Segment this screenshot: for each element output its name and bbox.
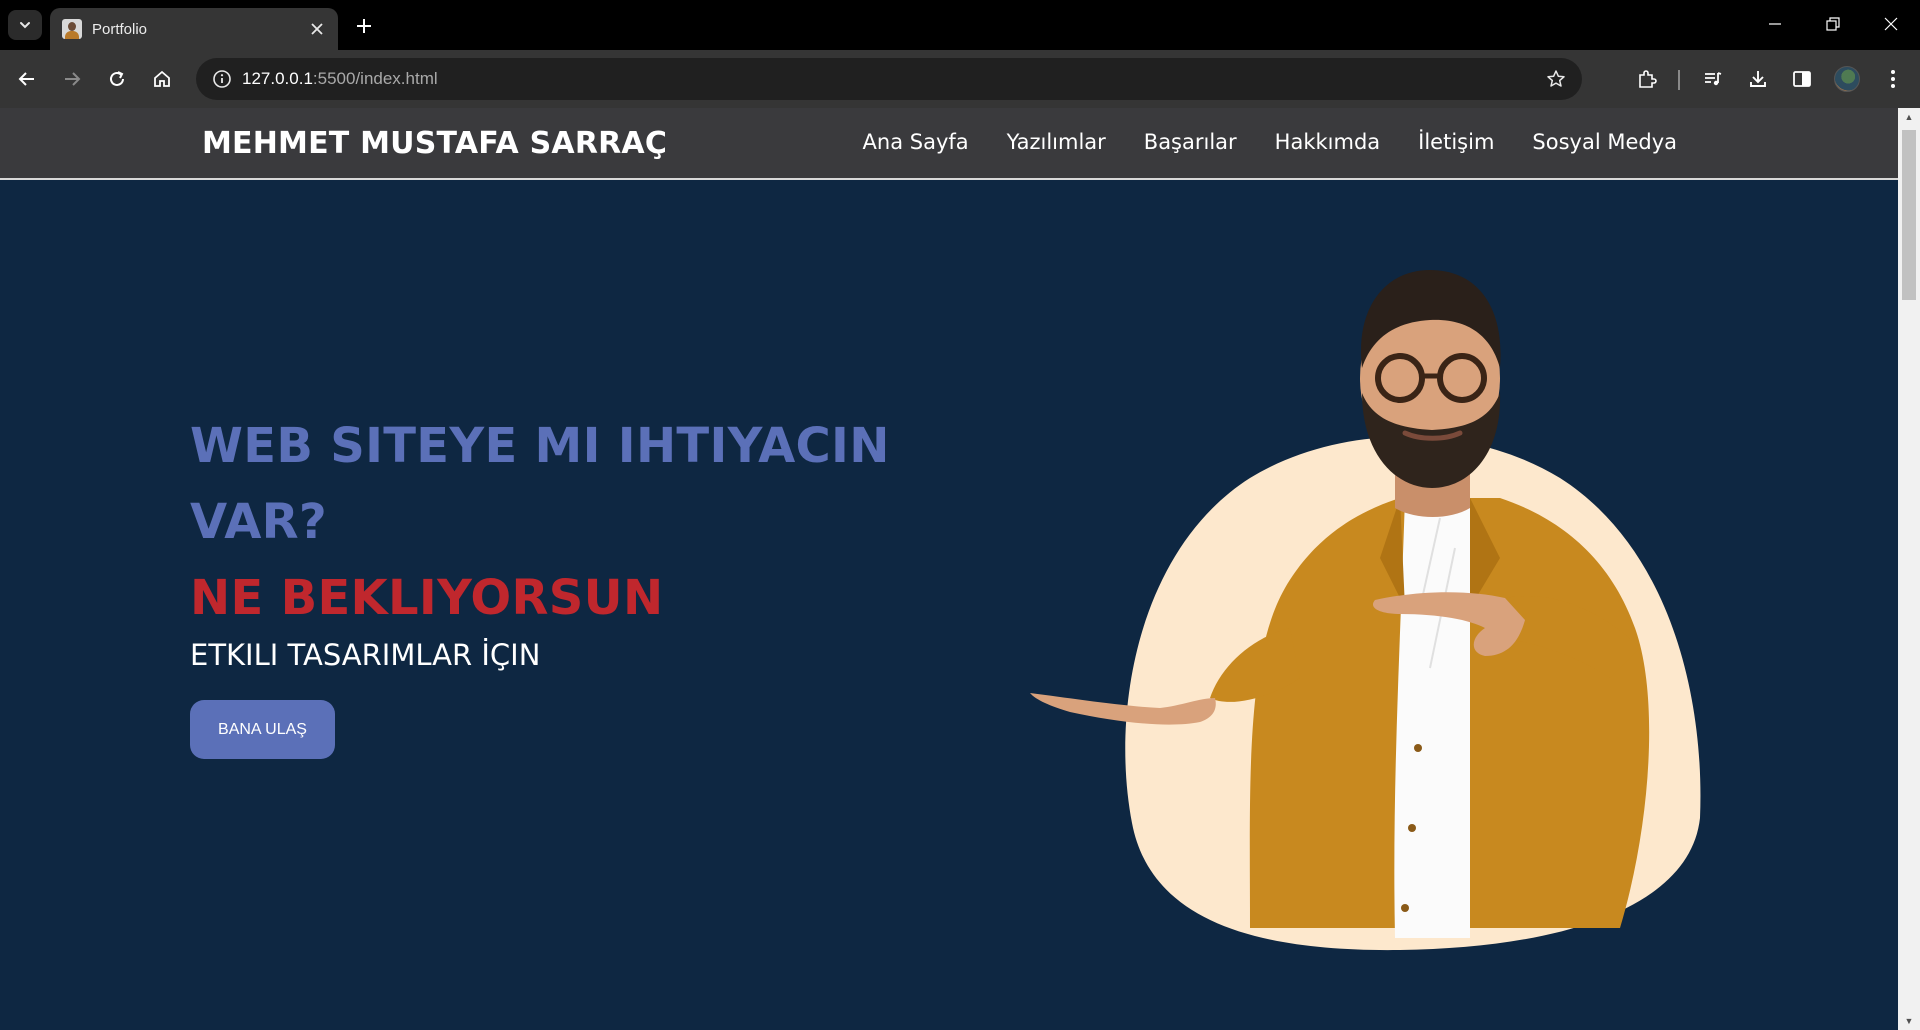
scroll-down-arrow[interactable]: ▼ [1898,1012,1920,1030]
tab-search-button[interactable] [8,10,42,40]
nav-link-hakkimda[interactable]: Hakkımda [1275,130,1380,154]
hero-portrait-image [1030,270,1701,951]
nav-link-yazilimlar[interactable]: Yazılımlar [1007,130,1106,154]
minimize-button[interactable] [1752,6,1798,42]
url-text: 127.0.0.1:5500/index.html [242,69,438,89]
home-button[interactable] [145,62,179,96]
music-queue-icon [1705,72,1722,86]
page-viewport: MEHMET MUSTAFA SARRAÇ Ana Sayfa Yazılıml… [0,108,1898,1030]
arrow-right-icon [65,72,81,86]
hero-text: WEB SITEYE MI IHTIYACIN VAR? NE BEKLIYOR… [190,408,890,672]
extensions-button[interactable] [1630,62,1664,96]
url-path: :5500/index.html [312,69,438,88]
address-bar[interactable]: 127.0.0.1:5500/index.html [196,58,1582,100]
url-host: 127.0.0.1 [242,69,313,88]
nav-link-basarilar[interactable]: Başarılar [1144,130,1237,154]
nav-link-iletisim[interactable]: İletişim [1418,130,1494,154]
chevron-down-icon [20,22,30,29]
restore-icon [1826,17,1840,31]
profile-avatar[interactable] [1834,66,1860,92]
browser-tab-portfolio[interactable]: Portfolio [50,8,338,50]
hero-heading-line-1: WEB SITEYE MI IHTIYACIN [190,418,890,474]
side-panel-button[interactable] [1785,62,1819,96]
media-control-button[interactable] [1696,62,1730,96]
close-window-button[interactable] [1868,6,1914,42]
hero-heading-highlight: NE BEKLIYORSUN [190,570,664,626]
download-icon [1750,71,1766,87]
browser-tab-strip: Portfolio [0,0,1920,50]
star-icon [1547,70,1565,87]
portrait-shirt [1394,498,1470,938]
minimize-icon [1769,23,1781,25]
side-panel-icon [1793,71,1811,87]
home-icon [154,70,170,87]
toolbar-separator [1678,70,1680,90]
favicon-icon [62,19,82,39]
site-info-button[interactable] [206,63,238,95]
plus-icon [357,19,371,33]
site-header: MEHMET MUSTAFA SARRAÇ Ana Sayfa Yazılıml… [0,108,1898,180]
downloads-button[interactable] [1741,62,1775,96]
scrollbar-thumb[interactable] [1902,130,1916,300]
close-icon [1884,17,1898,31]
arrow-left-icon [18,72,34,86]
puzzle-icon [1639,70,1657,88]
browser-menu-button[interactable] [1876,62,1910,96]
forward-button[interactable] [55,62,89,96]
hero-subtitle: ETKILI TASARIMLAR İÇIN [190,638,541,672]
info-icon [213,70,231,88]
scroll-up-arrow[interactable]: ▲ [1898,108,1920,126]
close-icon [311,23,323,35]
contact-me-button[interactable]: BANA ULAŞ [190,700,335,759]
bookmark-button[interactable] [1540,63,1572,95]
back-button[interactable] [10,62,44,96]
page-scrollbar[interactable]: ▲ ▼ [1898,108,1920,1030]
tab-close-button[interactable] [306,18,328,40]
restore-button[interactable] [1810,6,1856,42]
reload-button[interactable] [100,62,134,96]
nav-link-sosyal-medya[interactable]: Sosyal Medya [1532,130,1677,154]
more-vertical-icon [1891,70,1895,88]
browser-toolbar: 127.0.0.1:5500/index.html [0,50,1920,108]
nav-link-ana-sayfa[interactable]: Ana Sayfa [863,130,969,154]
tab-title: Portfolio [92,20,148,38]
main-nav: Ana Sayfa Yazılımlar Başarılar Hakkımda … [825,130,1677,154]
site-logo[interactable]: MEHMET MUSTAFA SARRAÇ [202,126,667,161]
new-tab-button[interactable] [350,12,378,40]
reload-icon [110,71,124,86]
hero-heading-line-2: VAR? [190,494,328,550]
